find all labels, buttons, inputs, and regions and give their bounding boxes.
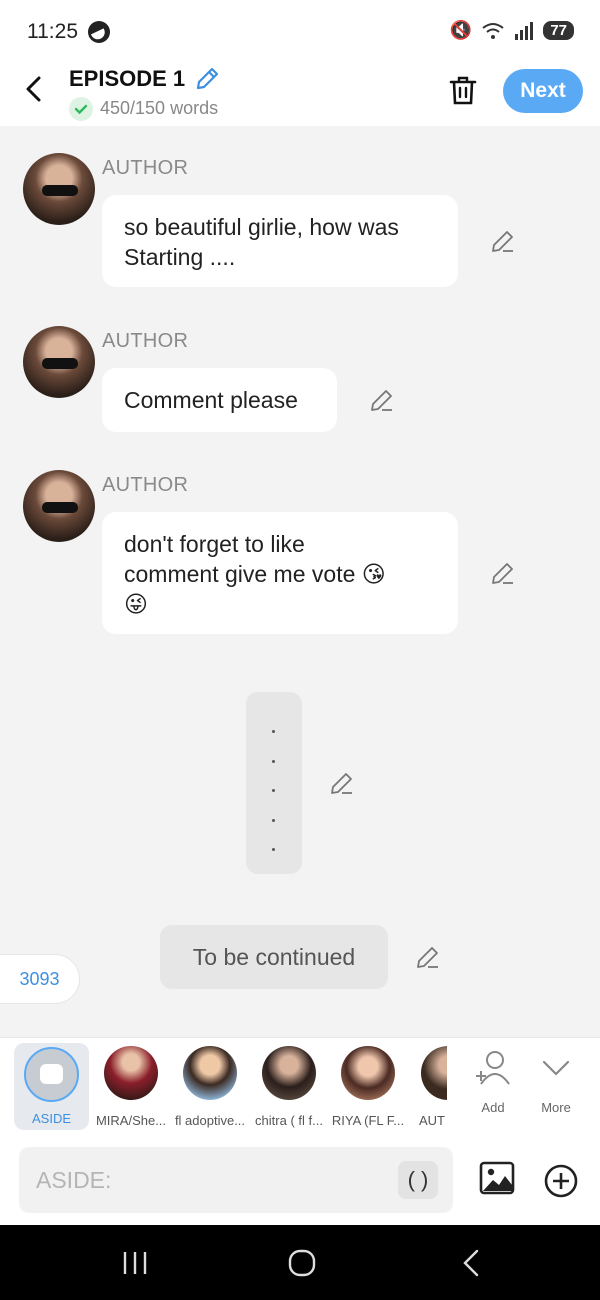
edit-title-icon[interactable] [194, 66, 220, 92]
character-item[interactable]: fl adoptive... [170, 1046, 250, 1128]
character-aside[interactable]: ASIDE [14, 1043, 89, 1130]
aside-input[interactable] [19, 1147, 453, 1213]
message-line: don't forget to like [124, 531, 305, 557]
count-badge[interactable]: 3093 [0, 954, 80, 1004]
edit-message-icon[interactable] [415, 945, 441, 971]
mute-icon: 🔇 [449, 20, 473, 40]
character-avatar [421, 1046, 447, 1100]
character-avatar [341, 1046, 395, 1100]
battery-indicator: 77 [543, 21, 574, 40]
character-name: chitra ( fl f... [255, 1113, 323, 1128]
clock-icon [88, 21, 110, 43]
character-name: ASIDE [31, 1111, 71, 1126]
message-line: so beautiful girlie, how was [124, 214, 399, 240]
to-be-continued-block[interactable]: To be continued [160, 925, 388, 989]
signal-icon [515, 21, 534, 40]
message-line: Starting .... [124, 244, 236, 270]
add-label: Add [481, 1100, 505, 1115]
author-avatar[interactable] [23, 470, 95, 542]
edit-message-icon[interactable] [329, 771, 355, 797]
navigation-bar [0, 1225, 600, 1300]
input-row: ( ) [0, 1137, 600, 1225]
status-icons: 🔇 77 [450, 20, 574, 41]
check-icon [69, 97, 93, 121]
scene-break-block[interactable] [246, 692, 302, 874]
character-bar: ASIDE MIRA/She... fl adoptive... chitra … [0, 1037, 600, 1137]
character-avatar [183, 1046, 237, 1100]
next-button[interactable]: Next [503, 69, 583, 113]
edit-message-icon[interactable] [490, 561, 516, 587]
character-name: RIYA (FL F... [331, 1113, 405, 1128]
character-name: AUT [419, 1113, 445, 1128]
character-name: fl adoptive... [174, 1113, 246, 1128]
chevron-down-icon [542, 1060, 570, 1076]
message-line: 😜 [124, 591, 148, 617]
episode-title: EPISODE 1 [69, 66, 186, 91]
trash-icon[interactable] [448, 74, 478, 106]
add-circle-icon[interactable] [543, 1163, 579, 1199]
author-avatar[interactable] [23, 326, 95, 398]
message-bubble[interactable]: so beautiful girlie, how was Starting ..… [102, 195, 458, 287]
character-item[interactable]: AUT [407, 1046, 447, 1128]
message-bubble[interactable]: Comment please [102, 368, 337, 432]
character-item[interactable]: RIYA (FL F... [328, 1046, 408, 1128]
character-name: MIRA/She... [95, 1113, 167, 1128]
word-count: 450/150 words [100, 98, 219, 118]
image-icon[interactable] [479, 1161, 515, 1195]
message-line: Comment please [124, 387, 298, 413]
message-line: comment give me vote 😘 [124, 561, 386, 587]
home-icon[interactable] [287, 1248, 317, 1278]
edit-message-icon[interactable] [490, 229, 516, 255]
character-item[interactable]: MIRA/She... [91, 1046, 171, 1128]
status-bar: 11:25 🔇 77 [0, 0, 600, 62]
add-character-button[interactable]: Add [468, 1050, 518, 1115]
author-label: AUTHOR [102, 157, 189, 179]
aside-icon [24, 1047, 79, 1102]
more-label: More [541, 1100, 571, 1115]
character-avatar [262, 1046, 316, 1100]
back-arrow-icon[interactable] [20, 74, 50, 104]
message-bubble[interactable]: don't forget to like comment give me vot… [102, 512, 458, 634]
wifi-icon [482, 22, 504, 39]
author-label: AUTHOR [102, 330, 189, 352]
add-user-icon [476, 1051, 510, 1085]
back-nav-icon[interactable] [458, 1248, 484, 1278]
author-avatar[interactable] [23, 153, 95, 225]
character-avatar [104, 1046, 158, 1100]
edit-message-icon[interactable] [369, 388, 395, 414]
status-time: 11:25 [27, 20, 78, 43]
character-item[interactable]: chitra ( fl f... [249, 1046, 329, 1128]
parenthesis-button[interactable]: ( ) [398, 1161, 438, 1199]
author-label: AUTHOR [102, 474, 189, 496]
more-button[interactable]: More [531, 1050, 581, 1115]
recent-apps-icon[interactable] [120, 1250, 150, 1276]
header: EPISODE 1 450/150 words Next [0, 62, 600, 126]
